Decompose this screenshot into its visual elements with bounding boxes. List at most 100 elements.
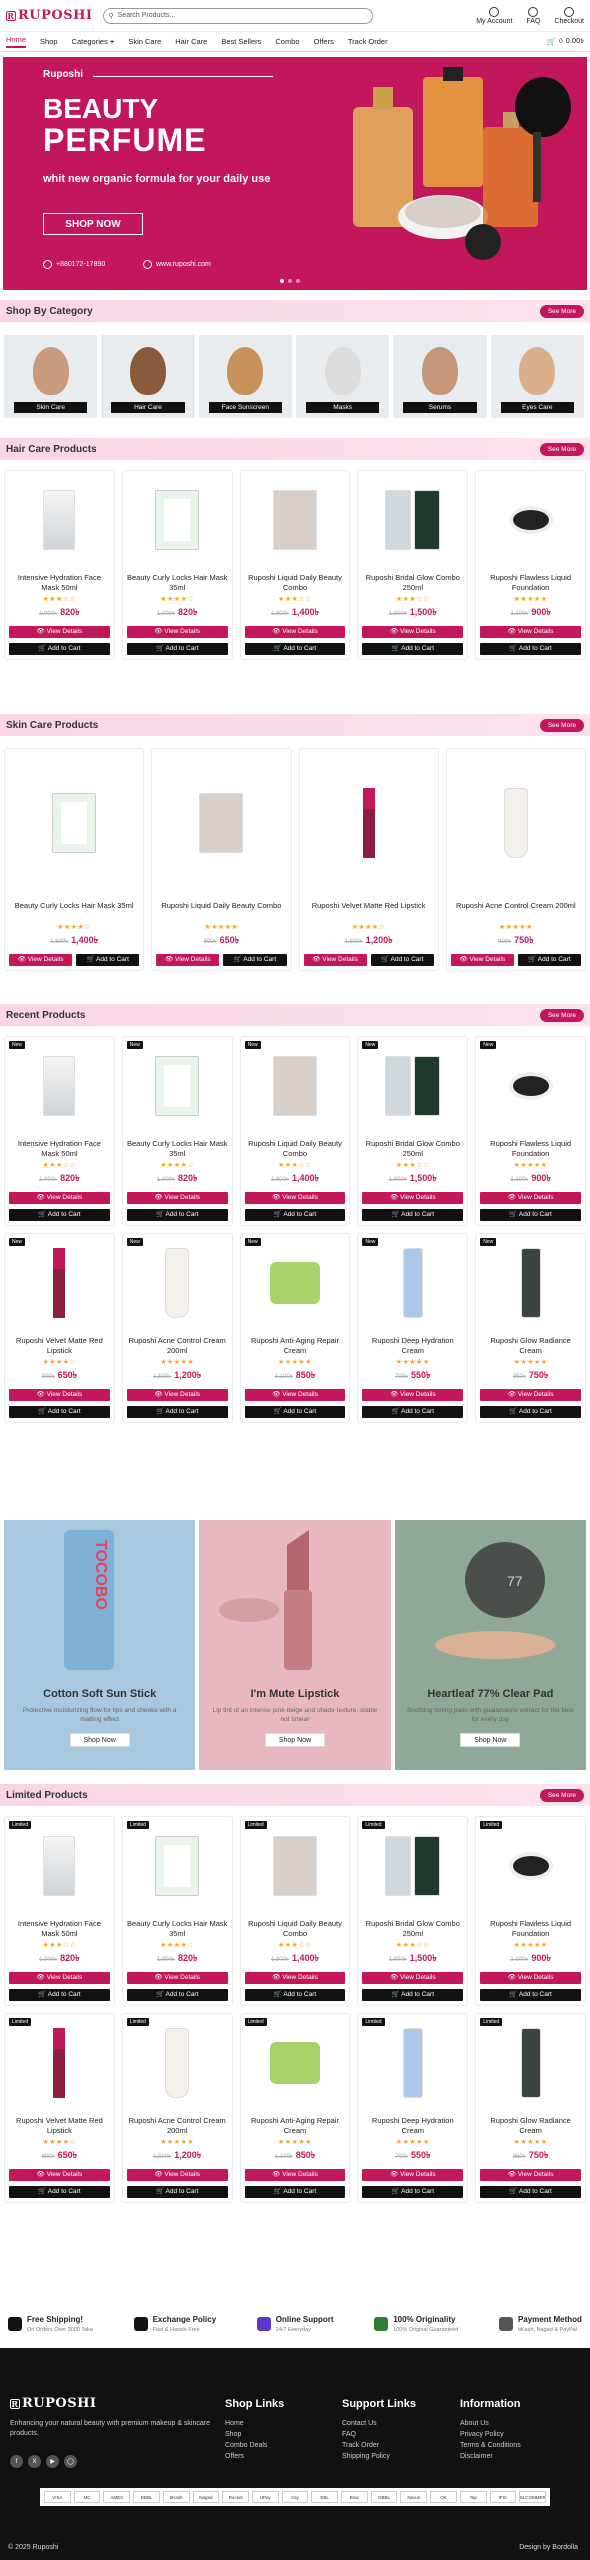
footer-link[interactable]: Combo Deals bbox=[225, 2442, 284, 2449]
footer-link[interactable]: Privacy Policy bbox=[460, 2431, 521, 2438]
product-card[interactable]: Limited Ruposhi Bridal Glow Combo 250ml ★★… bbox=[357, 1816, 469, 2006]
product-image-wrap[interactable] bbox=[245, 1041, 346, 1131]
view-details-button[interactable]: 👁 View Details bbox=[480, 1389, 581, 1401]
see-more-button[interactable]: See More bbox=[539, 718, 584, 732]
product-card[interactable]: Limited Ruposhi Flawless Liquid Foundatio… bbox=[475, 1816, 586, 2006]
product-image-wrap[interactable] bbox=[9, 1041, 110, 1131]
category-face-sunscreen[interactable]: Face Sunscreen bbox=[198, 335, 292, 418]
product-name[interactable]: Ruposhi Acne Control Cream 200ml bbox=[451, 901, 581, 921]
view-details-button[interactable]: 👁 View Details bbox=[244, 626, 346, 638]
product-image-wrap[interactable] bbox=[362, 1041, 463, 1131]
add-to-cart-button[interactable]: 🛒 Add to Cart bbox=[362, 1209, 464, 1221]
add-to-cart-button[interactable]: 🛒 Add to Cart bbox=[244, 1209, 346, 1221]
product-name[interactable]: Ruposhi Liquid Daily Beauty Combo bbox=[156, 901, 286, 921]
add-to-cart-button[interactable]: 🛒 Add to Cart bbox=[223, 954, 287, 966]
add-to-cart-button[interactable]: 🛒 Add to Cart bbox=[244, 2186, 346, 2198]
add-to-cart-button[interactable]: 🛒 Add to Cart bbox=[126, 2186, 228, 2198]
product-card[interactable]: New Beauty Curly Locks Hair Mask 35ml ★★★★… bbox=[121, 1036, 233, 1226]
product-name[interactable]: Ruposhi Flawless Liquid Foundation bbox=[480, 1139, 581, 1159]
product-image-wrap[interactable] bbox=[127, 1041, 228, 1131]
product-name[interactable]: Ruposhi Bridal Glow Combo 250ml bbox=[362, 1919, 463, 1939]
view-details-button[interactable]: 👁 View Details bbox=[244, 1389, 346, 1401]
add-to-cart-button[interactable]: 🛒 Add to Cart bbox=[517, 954, 581, 966]
add-to-cart-button[interactable]: 🛒 Add to Cart bbox=[9, 2186, 110, 2198]
product-name[interactable]: Ruposhi Velvet Matte Red Lipstick bbox=[9, 2116, 110, 2136]
add-to-cart-button[interactable]: 🛒 Add to Cart bbox=[244, 1989, 346, 2001]
footer-link[interactable]: Offers bbox=[225, 2453, 284, 2460]
nav-shop[interactable]: Shop bbox=[40, 37, 58, 46]
checkout-link[interactable]: Checkout bbox=[554, 6, 584, 25]
facebook-icon[interactable]: f bbox=[10, 2455, 23, 2468]
search-input[interactable]: Search Products... bbox=[118, 12, 176, 19]
my-account-link[interactable]: My Account bbox=[476, 6, 512, 25]
view-details-button[interactable]: 👁 View Details bbox=[244, 1192, 346, 1204]
add-to-cart-button[interactable]: 🛒 Add to Cart bbox=[480, 2186, 581, 2198]
product-name[interactable]: Ruposhi Bridal Glow Combo 250ml bbox=[362, 1139, 463, 1159]
view-details-button[interactable]: 👁 View Details bbox=[9, 1389, 110, 1401]
nav-home[interactable]: Home bbox=[6, 35, 27, 48]
view-details-button[interactable]: 👁 View Details bbox=[244, 2169, 346, 2181]
product-image-wrap[interactable] bbox=[9, 475, 110, 565]
product-name[interactable]: Intensive Hydration Face Mask 50ml bbox=[9, 1139, 110, 1159]
product-image-wrap[interactable] bbox=[127, 1238, 228, 1328]
product-name[interactable]: Ruposhi Liquid Daily Beauty Combo bbox=[245, 1919, 346, 1939]
view-details-button[interactable]: 👁 View Details bbox=[362, 2169, 464, 2181]
product-image-wrap[interactable] bbox=[480, 1821, 581, 1911]
product-name[interactable]: Ruposhi Flawless Liquid Foundation bbox=[480, 573, 581, 593]
slider-dot[interactable] bbox=[280, 279, 284, 283]
product-name[interactable]: Beauty Curly Locks Hair Mask 35ml bbox=[127, 573, 228, 593]
product-card[interactable]: New Ruposhi Acne Control Cream 200ml ★★★★★… bbox=[121, 1233, 233, 1423]
add-to-cart-button[interactable]: 🛒 Add to Cart bbox=[126, 1406, 228, 1418]
product-card[interactable]: New Ruposhi Velvet Matte Red Lipstick ★★★★… bbox=[4, 1233, 115, 1423]
add-to-cart-button[interactable]: 🛒 Add to Cart bbox=[9, 1209, 110, 1221]
slider-dot[interactable] bbox=[288, 279, 292, 283]
product-card[interactable]: New Ruposhi Anti-Aging Repair Cream ★★★★★ 1… bbox=[239, 1233, 351, 1423]
view-details-button[interactable]: 👁 View Details bbox=[9, 2169, 110, 2181]
product-image-wrap[interactable] bbox=[245, 1821, 346, 1911]
product-card[interactable]: Limited Ruposhi Deep Hydration Cream ★★★★★… bbox=[357, 2013, 469, 2203]
product-name[interactable]: Beauty Curly Locks Hair Mask 35ml bbox=[127, 1919, 228, 1939]
shop-now-button[interactable]: SHOP NOW bbox=[43, 213, 143, 235]
product-image-wrap[interactable] bbox=[127, 2018, 228, 2108]
category-serums[interactable]: Serums bbox=[393, 335, 487, 418]
product-name[interactable]: Ruposhi Deep Hydration Cream bbox=[362, 1336, 463, 1356]
product-image-wrap[interactable] bbox=[245, 2018, 346, 2108]
footer-link[interactable]: FAQ bbox=[342, 2431, 416, 2438]
see-more-button[interactable]: See More bbox=[539, 442, 584, 456]
see-more-button[interactable]: See More bbox=[539, 304, 584, 318]
product-name[interactable]: Ruposhi Bridal Glow Combo 250ml bbox=[362, 573, 463, 593]
footer-link[interactable]: Track Order bbox=[342, 2442, 416, 2449]
view-details-button[interactable]: 👁 View Details bbox=[9, 954, 73, 966]
product-image-wrap[interactable] bbox=[304, 753, 434, 893]
footer-link[interactable]: Shipping Policy bbox=[342, 2453, 416, 2460]
add-to-cart-button[interactable]: 🛒 Add to Cart bbox=[126, 1989, 228, 2001]
view-details-button[interactable]: 👁 View Details bbox=[362, 626, 464, 638]
product-name[interactable]: Ruposhi Acne Control Cream 200ml bbox=[127, 2116, 228, 2136]
product-image-wrap[interactable] bbox=[127, 1821, 228, 1911]
category-eyes-care[interactable]: Eyes Care bbox=[490, 335, 584, 418]
product-name[interactable]: Ruposhi Liquid Daily Beauty Combo bbox=[245, 573, 346, 593]
product-card[interactable]: Ruposhi Flawless Liquid Foundation ★★★★★ 1… bbox=[475, 470, 586, 660]
add-to-cart-button[interactable]: 🛒 Add to Cart bbox=[480, 643, 581, 655]
category-masks[interactable]: Masks bbox=[295, 335, 390, 418]
product-card[interactable]: Limited Ruposhi Anti-Aging Repair Cream ★★… bbox=[239, 2013, 351, 2203]
view-details-button[interactable]: 👁 View Details bbox=[126, 1972, 228, 1984]
product-name[interactable]: Ruposhi Deep Hydration Cream bbox=[362, 2116, 463, 2136]
add-to-cart-button[interactable]: 🛒 Add to Cart bbox=[244, 643, 346, 655]
banner-shop-now-button[interactable]: Shop Now bbox=[264, 1733, 325, 1747]
add-to-cart-button[interactable]: 🛒 Add to Cart bbox=[370, 954, 434, 966]
slider-dot[interactable] bbox=[296, 279, 300, 283]
view-details-button[interactable]: 👁 View Details bbox=[480, 626, 581, 638]
product-image-wrap[interactable] bbox=[245, 1238, 346, 1328]
add-to-cart-button[interactable]: 🛒 Add to Cart bbox=[480, 1209, 581, 1221]
view-details-button[interactable]: 👁 View Details bbox=[9, 1972, 110, 1984]
nav-track-order[interactable]: Track Order bbox=[348, 37, 388, 46]
footer-link[interactable]: About Us bbox=[460, 2420, 521, 2427]
add-to-cart-button[interactable]: 🛒 Add to Cart bbox=[76, 954, 140, 966]
add-to-cart-button[interactable]: 🛒 Add to Cart bbox=[9, 1406, 110, 1418]
view-details-button[interactable]: 👁 View Details bbox=[126, 1389, 228, 1401]
banner-shop-now-button[interactable]: Shop Now bbox=[69, 1733, 130, 1747]
instagram-icon[interactable]: ◯ bbox=[64, 2455, 77, 2468]
add-to-cart-button[interactable]: 🛒 Add to Cart bbox=[126, 1209, 228, 1221]
view-details-button[interactable]: 👁 View Details bbox=[362, 1972, 464, 1984]
